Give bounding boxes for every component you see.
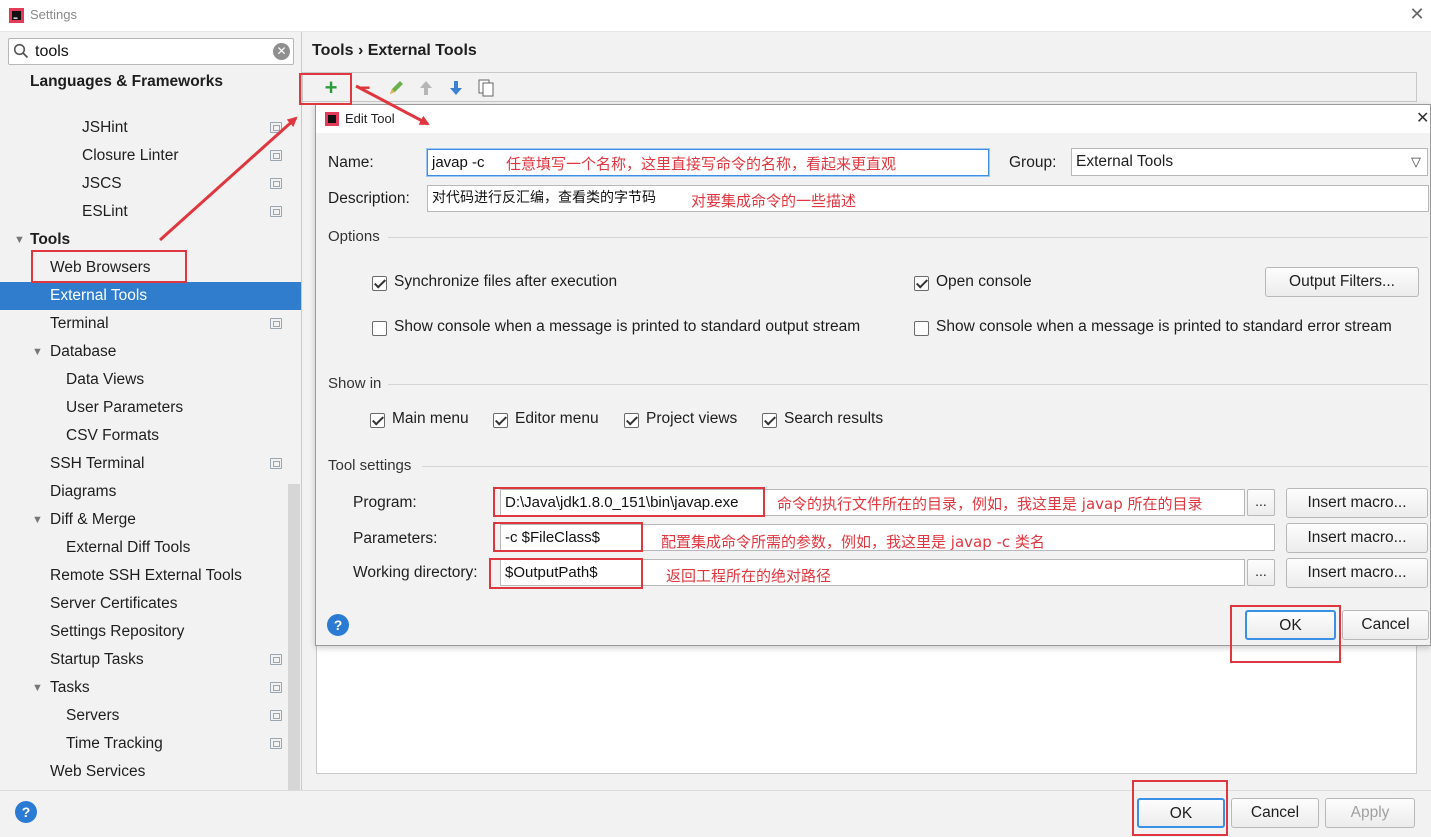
annotation-arrows — [158, 84, 430, 242]
annotation-arrow-to-dialog — [355, 84, 430, 126]
annotation-arrow-to-add — [158, 116, 298, 242]
